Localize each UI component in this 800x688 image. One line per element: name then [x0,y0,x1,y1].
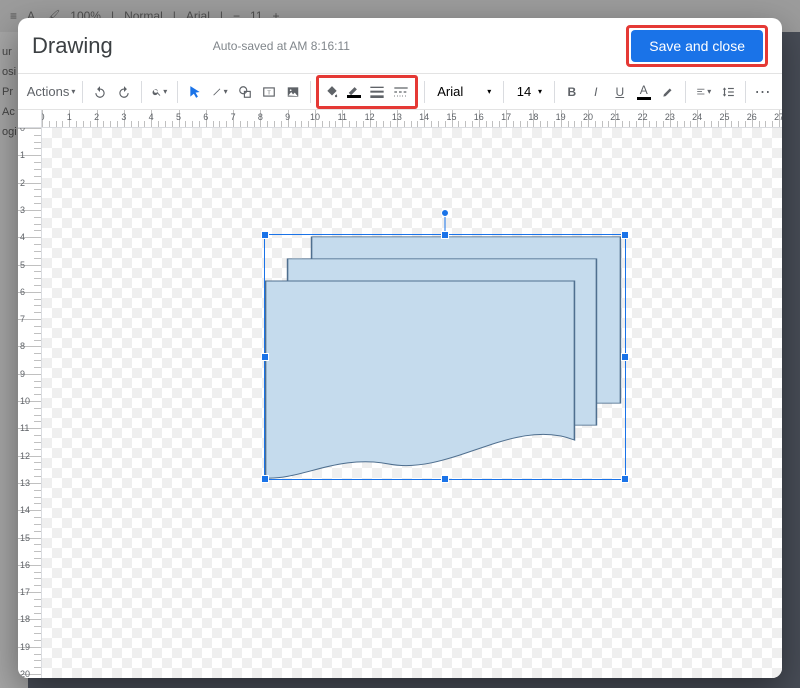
selection-box[interactable] [264,234,626,480]
ruler-corner [18,110,42,128]
separator [177,81,178,103]
handle-w[interactable] [261,353,269,361]
border-color-button[interactable] [343,79,365,105]
separator [310,81,311,103]
highlight-style-tools [316,75,418,109]
ruler-vertical[interactable]: 01234567891011121314151617181920 [18,128,42,678]
separator [503,81,504,103]
shape-tool[interactable] [234,79,256,105]
line-spacing-button[interactable] [717,79,739,105]
select-tool[interactable] [184,79,206,105]
autosave-status: Auto-saved at AM 8:16:11 [213,39,350,53]
separator [685,81,686,103]
drawing-toolbar: Actions▾ ▾ ▾ T [18,74,782,110]
handle-se[interactable] [621,475,629,483]
redo-button[interactable] [113,79,135,105]
separator [745,81,746,103]
handle-n[interactable] [441,231,449,239]
font-family-select[interactable]: Arial▾ [431,79,497,105]
line-tool[interactable]: ▾ [208,79,232,105]
handle-s[interactable] [441,475,449,483]
bold-button[interactable]: B [561,79,583,105]
separator [82,81,83,103]
shape-layer [42,128,782,678]
textbox-tool[interactable]: T [258,79,280,105]
font-size-select[interactable]: 14▾ [510,79,548,105]
highlight-color-button[interactable] [657,79,679,105]
highlight-save-close: Save and close [626,25,768,67]
italic-button[interactable]: I [585,79,607,105]
zoom-menu[interactable]: ▾ [148,79,172,105]
canvas-area: 0123456789101112131415161718192021222324… [18,110,782,678]
separator [554,81,555,103]
ruler-horizontal[interactable]: 0123456789101112131415161718192021222324… [42,110,782,128]
image-tool[interactable] [282,79,304,105]
save-and-close-button[interactable]: Save and close [631,30,763,62]
separator [424,81,425,103]
rotate-handle[interactable] [441,209,449,217]
undo-button[interactable] [89,79,111,105]
handle-sw[interactable] [261,475,269,483]
more-button[interactable]: ⋯ [752,79,774,105]
border-dash-button[interactable] [389,79,413,105]
drawing-dialog: Drawing Auto-saved at AM 8:16:11 Save an… [18,18,782,678]
border-color-bar [347,95,361,98]
svg-text:T: T [267,90,271,96]
align-menu[interactable]: ▾ [692,79,716,105]
text-color-button[interactable]: A [633,79,655,105]
handle-ne[interactable] [621,231,629,239]
fill-color-button[interactable] [321,79,343,105]
border-weight-button[interactable] [365,79,389,105]
drawing-canvas[interactable] [42,128,782,678]
actions-menu[interactable]: Actions▾ [26,79,76,105]
separator [141,81,142,103]
underline-button[interactable]: U [609,79,631,105]
dialog-title: Drawing [32,33,113,59]
handle-nw[interactable] [261,231,269,239]
handle-e[interactable] [621,353,629,361]
text-color-bar [637,97,651,100]
dialog-header: Drawing Auto-saved at AM 8:16:11 Save an… [18,18,782,74]
